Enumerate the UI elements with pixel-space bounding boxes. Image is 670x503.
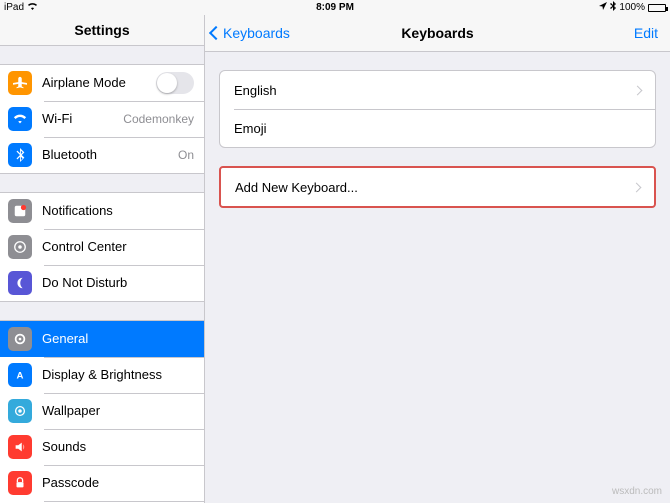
sidebar-item-airplane-mode[interactable]: Airplane Mode xyxy=(0,65,204,101)
battery-pct: 100% xyxy=(619,2,645,13)
sidebar-item-detail: On xyxy=(178,148,194,162)
add-keyboard-group: Add New Keyboard... xyxy=(219,166,656,208)
airplane-switch[interactable] xyxy=(156,72,194,94)
add-new-keyboard-button[interactable]: Add New Keyboard... xyxy=(221,168,654,206)
back-label: Keyboards xyxy=(223,25,290,41)
wifi-icon xyxy=(27,2,38,13)
sidebar-item-sounds[interactable]: Sounds xyxy=(0,429,204,465)
sidebar-navbar: Settings xyxy=(0,15,204,46)
watermark: wsxdn.com xyxy=(612,486,662,497)
wifi-icon xyxy=(8,107,32,131)
sidebar-title: Settings xyxy=(74,22,129,38)
bluetooth-icon xyxy=(8,143,32,167)
main-panel: Keyboards Keyboards Edit English Emoji A… xyxy=(205,15,670,503)
sounds-icon xyxy=(8,435,32,459)
sidebar-item-display[interactable]: A Display & Brightness xyxy=(0,357,204,393)
svg-text:A: A xyxy=(17,370,24,381)
add-keyboard-label: Add New Keyboard... xyxy=(235,180,633,195)
sidebar-item-control-center[interactable]: Control Center xyxy=(0,229,204,265)
sidebar-item-bluetooth[interactable]: Bluetooth On xyxy=(0,137,204,173)
sidebar-item-wifi[interactable]: Wi-Fi Codemonkey xyxy=(0,101,204,137)
sidebar-item-label: Bluetooth xyxy=(42,147,178,162)
device-name: iPad xyxy=(4,2,24,13)
keyboard-row-english[interactable]: English xyxy=(220,71,655,109)
sidebar-item-label: Passcode xyxy=(42,475,194,490)
location-icon xyxy=(599,2,607,13)
sidebar-item-label: General xyxy=(42,331,194,346)
sidebar-item-label: Wallpaper xyxy=(42,403,194,418)
sidebar-item-notifications[interactable]: Notifications xyxy=(0,193,204,229)
control-center-icon xyxy=(8,235,32,259)
notifications-icon xyxy=(8,199,32,223)
status-time: 8:09 PM xyxy=(316,2,354,13)
keyboard-label: Emoji xyxy=(234,121,641,136)
airplane-icon xyxy=(8,71,32,95)
gear-icon xyxy=(8,327,32,351)
sidebar-item-detail: Codemonkey xyxy=(123,112,194,126)
status-bar: iPad 8:09 PM 100% xyxy=(0,0,670,15)
battery-icon xyxy=(648,4,666,12)
keyboards-list: English Emoji xyxy=(219,70,656,148)
chevron-right-icon xyxy=(632,182,642,192)
chevron-right-icon xyxy=(633,85,643,95)
page-title: Keyboards xyxy=(401,25,473,41)
sidebar-item-label: Sounds xyxy=(42,439,194,454)
back-button[interactable]: Keyboards xyxy=(205,25,290,41)
bluetooth-icon xyxy=(610,1,616,14)
sidebar-item-label: Control Center xyxy=(42,239,194,254)
chevron-left-icon xyxy=(209,26,223,40)
keyboard-row-emoji[interactable]: Emoji xyxy=(220,109,655,147)
sidebar-item-general[interactable]: General xyxy=(0,321,204,357)
sidebar-item-wallpaper[interactable]: Wallpaper xyxy=(0,393,204,429)
sidebar-item-label: Do Not Disturb xyxy=(42,275,194,290)
sidebar-item-label: Notifications xyxy=(42,203,194,218)
sidebar-item-label: Display & Brightness xyxy=(42,367,194,382)
sidebar-item-dnd[interactable]: Do Not Disturb xyxy=(0,265,204,301)
wallpaper-icon xyxy=(8,399,32,423)
main-navbar: Keyboards Keyboards Edit xyxy=(205,15,670,52)
sidebar-item-label: Wi-Fi xyxy=(42,111,123,126)
sidebar-group: General A Display & Brightness Wallpaper xyxy=(0,320,204,503)
sidebar-item-label: Airplane Mode xyxy=(42,75,156,90)
settings-sidebar: Settings Airplane Mode Wi-Fi Codemonke xyxy=(0,15,205,503)
keyboard-label: English xyxy=(234,83,634,98)
lock-icon xyxy=(8,471,32,495)
sidebar-item-passcode[interactable]: Passcode xyxy=(0,465,204,501)
display-icon: A xyxy=(8,363,32,387)
sidebar-group: Notifications Control Center Do Not Dist… xyxy=(0,192,204,302)
moon-icon xyxy=(8,271,32,295)
sidebar-group: Airplane Mode Wi-Fi Codemonkey Bluetooth… xyxy=(0,64,204,174)
edit-button[interactable]: Edit xyxy=(634,25,670,41)
